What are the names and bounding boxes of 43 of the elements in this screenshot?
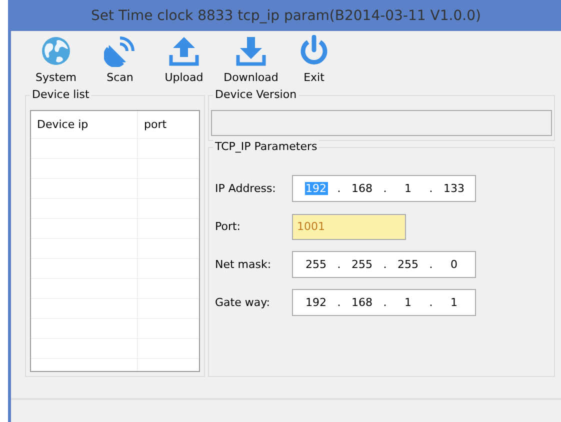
satellite-dish-icon [104,35,136,67]
toolbar-button[interactable]: Upload [151,35,217,90]
globe-icon [40,35,72,67]
group-title: Device Version [213,88,299,101]
version-field[interactable] [211,110,552,136]
download-icon [235,35,267,67]
ip-address-field[interactable]: 255 . 255 . 255 . 0 [292,251,476,278]
octet-text: 1 [404,182,412,195]
octet-text: 255 [304,258,328,271]
upload-icon [168,35,200,67]
field-label: Gate way: [215,296,271,309]
separator-text: . [428,258,434,271]
separator-text: . [336,182,342,195]
ip-address-field[interactable]: 192 . 168 . 1 . 1 [292,289,476,316]
column-header: Device ip [31,111,138,138]
field-label: Net mask: [215,258,272,271]
octet-text: 1 [450,296,458,309]
separator-text: . [336,258,342,271]
separator-text: . [428,296,434,309]
toolbar-button[interactable]: System [23,35,89,90]
group-title: Device list [30,88,92,101]
separator-text: . [382,182,388,195]
separator-text: . [428,182,434,195]
octet-text: 1 [404,296,412,309]
octet-text: 168 [350,182,374,195]
separator-text: . [336,296,342,309]
octet-text: 168 [350,296,374,309]
octet-text: 0 [450,258,458,271]
separator-text: . [382,296,388,309]
octet-text: 192 [304,182,328,195]
group-title: TCP_IP Parameters [213,140,320,153]
window-title: Set Time clock 8833 tcp_ip param(B2014-03-11 V1.0.0) [91,8,481,24]
separator-text: . [382,258,388,271]
octet-text: 133 [442,182,466,195]
octet-text: 255 [396,258,420,271]
power-icon [298,35,330,67]
toolbar-button[interactable]: Scan [87,35,153,90]
field-label: Port: [215,220,242,233]
field-label: IP Address: [215,182,277,195]
column-header: port [143,117,168,133]
octet-text: 192 [304,296,328,309]
ip-address-field[interactable]: 192 . 168 . 1 . 133 [292,175,476,202]
octet-text: 255 [350,258,374,271]
